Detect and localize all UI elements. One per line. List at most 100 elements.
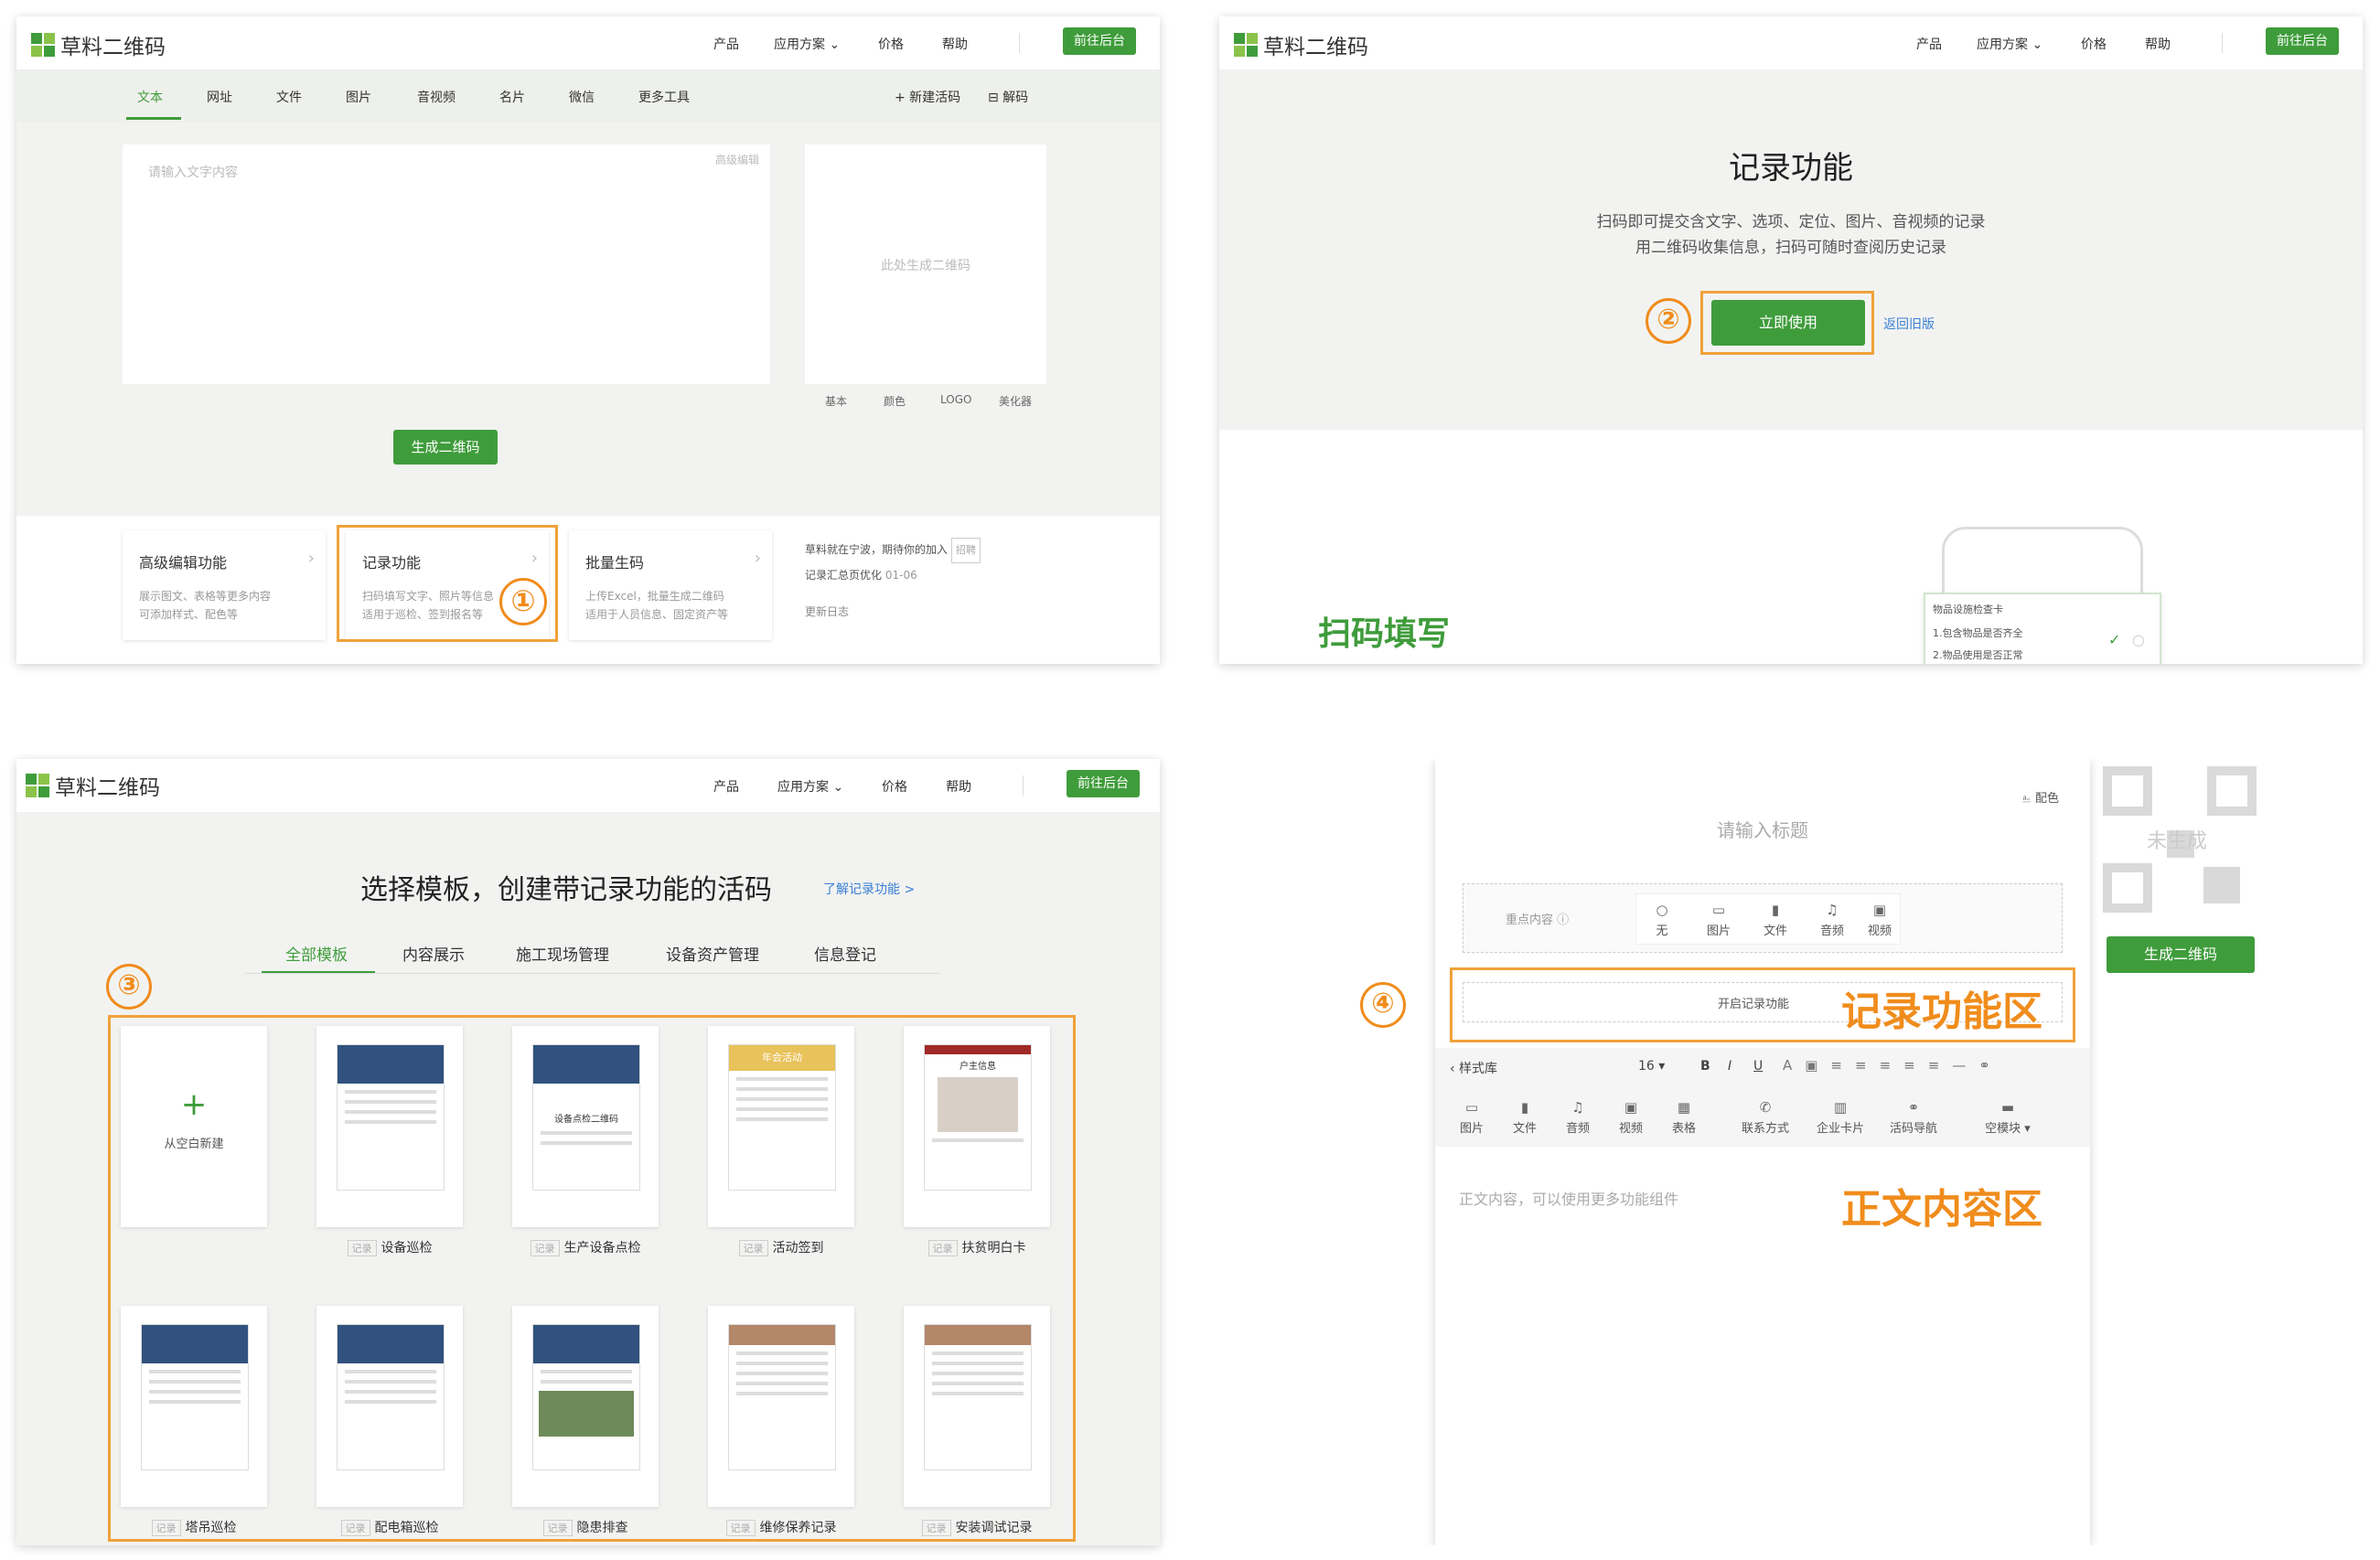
nav-pricing[interactable]: 价格 [878, 35, 904, 53]
template-card[interactable]: 记录 安装调试记录 [904, 1306, 1050, 1536]
key-content-label: 重点内容 ⓘ [1506, 914, 1570, 927]
changelog-link[interactable]: 更新日志 [805, 600, 985, 624]
feature-card-advanced[interactable]: 高级编辑功能 › 展示图文、表格等更多内容 可添加样式、配色等 [123, 530, 326, 640]
template-card[interactable]: 记录 塔吊巡检 [121, 1306, 267, 1536]
insert-table[interactable]: ▦ 表格 [1664, 1099, 1704, 1136]
body-input[interactable]: 正文内容，可以使用更多功能组件 [1459, 1187, 1678, 1209]
title-input[interactable]: 请输入标题 [1435, 816, 2090, 842]
advanced-edit-link[interactable]: 高级编辑 [715, 152, 759, 167]
header: 草料二维码 产品 应用方案 ⌄ 价格 帮助 前往后台 [16, 759, 1160, 812]
panel-record-intro: 草料二维码 产品 应用方案 ⌄ 价格 帮助 前往后台 记录功能 扫码即可提交含文… [1219, 16, 2363, 664]
panel-editor: ⎁ 配色 请输入标题 重点内容 ⓘ ○ 无 ▭ 图片 ▮ 文件 ♫ 音频 ▣ 视频 开启记… [1219, 759, 2363, 1545]
underline-button[interactable]: U [1753, 1059, 1763, 1074]
tab-display[interactable]: 内容展示 [402, 942, 465, 965]
template-card[interactable]: 记录 隐患排查 [512, 1306, 659, 1536]
panel-text-generator: 草料二维码 产品 应用方案 ⌄ 价格 帮助 前往后台 文本 网址 文件 图片 音… [16, 16, 1160, 664]
tabs-divider [245, 973, 940, 974]
template-card[interactable]: 户主信息 记录 扶贫明白卡 [904, 1026, 1050, 1256]
media-video[interactable]: ▣ 视频 [1860, 902, 1900, 938]
plus-icon: + [180, 1086, 208, 1123]
nav-help[interactable]: 帮助 [946, 777, 971, 796]
template-card[interactable]: 记录 配电箱巡检 [316, 1306, 463, 1536]
page-title: 记录功能 [1729, 150, 1853, 187]
qr-tab-beautify[interactable]: 美化器 [999, 393, 1032, 409]
insert-audio[interactable]: ♫ 音频 [1558, 1099, 1598, 1136]
nav-pricing[interactable]: 价格 [882, 777, 907, 796]
new-blank-card[interactable]: + 从空白新建 [121, 1026, 267, 1227]
font-size-select[interactable]: 16 ▾ [1638, 1059, 1665, 1074]
tab-image[interactable]: 图片 [346, 88, 371, 106]
media-selector: ○ 无 ▭ 图片 ▮ 文件 ♫ 音频 ▣ 视频 [1635, 893, 1901, 945]
italic-button[interactable]: I [1728, 1059, 1731, 1074]
tab-equipment[interactable]: 设备资产管理 [666, 942, 759, 965]
decode-link[interactable]: ⊟ 解码 [988, 88, 1028, 106]
text-input[interactable]: 请输入文字内容 高级编辑 [123, 144, 770, 384]
nav-solutions[interactable]: 应用方案 ⌄ [774, 35, 840, 53]
nav-product[interactable]: 产品 [713, 35, 739, 53]
active-tab-indicator [126, 117, 181, 120]
nav-pricing[interactable]: 价格 [2081, 35, 2107, 53]
insert-contact[interactable]: ✆ 联系方式 [1733, 1099, 1797, 1136]
backend-button[interactable]: 前往后台 [2266, 27, 2339, 55]
tab-text[interactable]: 文本 [137, 88, 163, 106]
tab-url[interactable]: 网址 [207, 88, 232, 106]
tab-av[interactable]: 音视频 [417, 88, 456, 106]
media-image[interactable]: ▭ 图片 [1699, 902, 1739, 938]
template-card[interactable]: 记录 设备巡检 [316, 1026, 463, 1256]
generate-qr-button[interactable]: 生成二维码 [2107, 936, 2255, 973]
use-now-button[interactable]: 立即使用 [1711, 300, 1865, 346]
template-card[interactable]: 设备点检二维码 记录 生产设备点检 [512, 1026, 659, 1256]
nav-product[interactable]: 产品 [1916, 35, 1942, 53]
logo[interactable]: 草料二维码 [31, 29, 166, 60]
rich-toolbar: ‹ 样式库 16 ▾ B I U A▣≡≡≡≡≡—⚭ ▭ 图片 ▮ 文件 ♫ 音频 ▣… [1435, 1048, 2090, 1147]
media-audio[interactable]: ♫ 音频 [1812, 902, 1852, 938]
tab-wechat[interactable]: 微信 [569, 88, 595, 106]
format-icons[interactable]: A▣≡≡≡≡≡—⚭ [1783, 1057, 2003, 1074]
insert-code-nav[interactable]: ⚭ 活码导航 [1881, 1099, 1946, 1136]
logo[interactable]: 草料二维码 [26, 770, 160, 801]
template-card[interactable]: 年会活动 记录 活动签到 [708, 1026, 854, 1256]
news-item[interactable]: 草料就在宁波，期待你的加入 招聘 [805, 538, 985, 563]
generate-qr-button[interactable]: 生成二维码 [393, 430, 498, 465]
tab-all[interactable]: 全部模板 [285, 942, 348, 965]
backend-button[interactable]: 前往后台 [1063, 27, 1136, 55]
nav-product[interactable]: 产品 [713, 777, 739, 796]
panel-templates: 草料二维码 产品 应用方案 ⌄ 价格 帮助 前往后台 选择模板，创建带记录功能的… [16, 759, 1160, 1545]
learn-more-link[interactable]: 了解记录功能 > [823, 880, 915, 898]
bold-button[interactable]: B [1700, 1059, 1710, 1074]
nav-solutions[interactable]: 应用方案 ⌄ [1977, 35, 2042, 53]
key-content-box: 重点内容 ⓘ ○ 无 ▭ 图片 ▮ 文件 ♫ 音频 ▣ 视频 [1463, 883, 2063, 953]
tab-registration[interactable]: 信息登记 [814, 942, 876, 965]
tab-construction[interactable]: 施工现场管理 [516, 942, 609, 965]
checklist-card: 物品设施检查卡 1.包含物品是否齐全 2.物品使用是否正常 ✓ ○ [1924, 593, 2161, 664]
chevron-right-icon: › [754, 549, 761, 568]
qr-tab-color[interactable]: 颜色 [884, 393, 906, 409]
tab-more-tools[interactable]: 更多工具 [638, 88, 690, 106]
nav-help[interactable]: 帮助 [2145, 35, 2171, 53]
color-scheme-button[interactable]: ⎁ 配色 [2021, 788, 2059, 806]
insert-file[interactable]: ▮ 文件 [1505, 1099, 1545, 1136]
tab-file[interactable]: 文件 [276, 88, 302, 106]
nav-help[interactable]: 帮助 [942, 35, 968, 53]
back-to-old-link[interactable]: 返回旧版 [1883, 315, 1935, 333]
body-zone-label: 正文内容区 [1841, 1186, 2042, 1233]
scan-fill-caption: 扫码填写 [1318, 615, 1451, 653]
insert-empty-module[interactable]: ▬ 空模块 ▾ [1973, 1099, 2042, 1136]
tab-card[interactable]: 名片 [499, 88, 525, 106]
style-library-button[interactable]: ‹ 样式库 [1450, 1059, 1497, 1077]
template-card[interactable]: 记录 维修保养记录 [708, 1306, 854, 1536]
logo[interactable]: 草料二维码 [1234, 29, 1368, 60]
insert-image[interactable]: ▭ 图片 [1452, 1099, 1492, 1136]
feature-card-batch[interactable]: 批量生码 › 上传Excel，批量生成二维码 适用于人员信息、固定资产等 [569, 530, 772, 640]
qr-tab-logo[interactable]: LOGO [940, 393, 971, 406]
record-zone-label: 记录功能区 [1841, 988, 2042, 1035]
nav-solutions[interactable]: 应用方案 ⌄ [777, 777, 843, 796]
backend-button[interactable]: 前往后台 [1067, 770, 1140, 797]
insert-video[interactable]: ▣ 视频 [1611, 1099, 1651, 1136]
qr-tab-basic[interactable]: 基本 [825, 393, 847, 409]
media-none[interactable]: ○ 无 [1642, 902, 1682, 938]
news-item[interactable]: 记录汇总页优化 01-06 [805, 563, 985, 587]
new-dynamic-code-link[interactable]: + 新建活码 [895, 88, 960, 106]
insert-company-card[interactable]: ▥ 企业卡片 [1808, 1099, 1872, 1136]
media-file[interactable]: ▮ 文件 [1755, 902, 1796, 938]
